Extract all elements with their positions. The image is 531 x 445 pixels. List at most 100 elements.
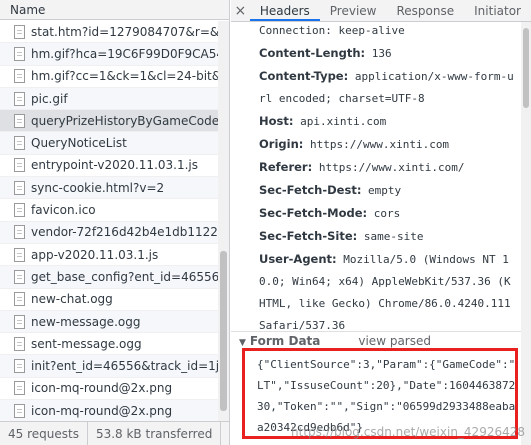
scrollbar-thumb[interactable]: [220, 251, 227, 411]
file-icon: [14, 24, 25, 39]
file-icon: [14, 225, 25, 240]
file-icon: [14, 46, 25, 61]
details-tabbar: × Headers Preview Response Initiator: [231, 0, 531, 22]
request-row[interactable]: favicon.ico: [0, 199, 218, 222]
request-count: 45 requests: [0, 422, 88, 445]
tab-preview[interactable]: Preview: [320, 0, 387, 21]
request-name: icon-mq-round@2x.png: [31, 381, 173, 396]
request-row[interactable]: hm.gif?hca=19C6F99D0F9CA54F&c: [0, 43, 218, 66]
header-key: Sec-Fetch-Site:: [259, 229, 358, 243]
name-column-header[interactable]: Name: [0, 0, 229, 20]
transferred-size: 53.8 kB transferred: [88, 422, 222, 445]
request-name: app-v2020.11.03.1.js: [31, 247, 159, 262]
request-name: hm.gif?cc=1&ck=1&cl=24-bit&ds=: [31, 69, 218, 84]
payload-line: {"ClientSource":3,"Param":{"GameCode":"D: [257, 358, 515, 371]
request-name: QueryNoticeList: [31, 136, 127, 151]
request-name: icon-mq-round@2x.png: [31, 403, 173, 418]
header-value: https://www.xinti.com: [309, 138, 450, 151]
file-icon: [14, 359, 25, 374]
header-value: same-site: [363, 230, 424, 243]
details-scrollbar[interactable]: [521, 22, 531, 445]
file-icon: [14, 314, 25, 329]
close-icon[interactable]: ×: [231, 0, 250, 21]
header-row: Content-Type: application/x-www-form-url…: [231, 65, 521, 110]
header-row: User-Agent: Mozilla/5.0 (Windows NT 10.0…: [231, 248, 521, 337]
request-name: sent-message.ogg: [31, 336, 142, 351]
request-row[interactable]: sync-cookie.html?v=2: [0, 177, 218, 200]
file-icon: [14, 336, 25, 351]
watermark: https://blog.csdn.net/weixin_42926428: [290, 425, 525, 439]
header-value: api.xinti.com: [300, 115, 387, 128]
header-key: Content-Type:: [259, 69, 349, 83]
file-icon: [14, 113, 25, 128]
header-key: User-Agent:: [259, 252, 337, 266]
header-value: 136: [371, 47, 392, 60]
request-list-scrollbar[interactable]: [218, 21, 229, 421]
request-headers-list: Connection: keep-alive Content-Length: 13…: [231, 20, 521, 337]
expand-triangle-icon[interactable]: ▼: [239, 338, 246, 348]
header-key: Host:: [259, 114, 294, 128]
file-icon: [14, 381, 25, 396]
header-value: cors: [373, 207, 401, 220]
request-details-panel: × Headers Preview Response Initiator Con…: [231, 0, 531, 445]
request-name: get_base_config?ent_id=46556: [31, 269, 218, 284]
request-row[interactable]: QueryNoticeList: [0, 132, 218, 155]
header-row: Connection: keep-alive: [231, 20, 521, 42]
tab-initiator[interactable]: Initiator: [464, 0, 531, 21]
request-name: queryPrizeHistoryByGameCode: [31, 113, 218, 128]
header-key: Origin:: [259, 137, 304, 151]
file-icon: [14, 158, 25, 173]
request-row[interactable]: pic.gif: [0, 87, 218, 111]
payload-line: LT","IssuseCount":20},"Date":16044638723: [257, 379, 515, 392]
request-row[interactable]: vendor-72f216d42b4e1db11225.js: [0, 221, 218, 244]
request-name: entrypoint-v2020.11.03.1.js: [31, 158, 198, 173]
file-icon: [14, 180, 25, 195]
request-row[interactable]: sent-message.ogg: [0, 333, 218, 356]
request-row[interactable]: get_base_config?ent_id=46556: [0, 266, 218, 289]
header-row: Referer: https://www.xinti.com/: [231, 156, 521, 179]
header-key: Sec-Fetch-Dest:: [259, 183, 362, 197]
header-key: Referer:: [259, 160, 313, 174]
request-row[interactable]: icon-mq-round@2x.png: [0, 400, 218, 421]
header-key: Content-Length:: [259, 46, 366, 60]
request-name: sync-cookie.html?v=2: [31, 180, 165, 195]
request-name: new-message.ogg: [31, 314, 141, 329]
header-value: Connection: keep-alive: [259, 24, 405, 37]
header-row: Content-Length: 136: [231, 42, 521, 65]
file-icon: [14, 91, 25, 106]
request-row[interactable]: app-v2020.11.03.1.js: [0, 244, 218, 267]
request-row[interactable]: new-chat.ogg: [0, 289, 218, 311]
request-row[interactable]: icon-mq-round@2x.png: [0, 378, 218, 401]
form-data-title: Form Data: [249, 334, 321, 348]
request-list: stat.htm?id=1279084707&r=&lg=z hm.gif?hca…: [0, 21, 218, 421]
header-row: Origin: https://www.xinti.com: [231, 133, 521, 156]
view-parsed-link[interactable]: view parsed: [358, 334, 431, 348]
tab-response[interactable]: Response: [387, 0, 465, 21]
header-row: Sec-Fetch-Site: same-site: [231, 225, 521, 248]
file-icon: [14, 269, 25, 284]
request-name: hm.gif?hca=19C6F99D0F9CA54F&c: [31, 46, 218, 61]
header-value: empty: [368, 184, 402, 197]
tab-headers[interactable]: Headers: [249, 0, 320, 21]
network-status-bar: 45 requests 53.8 kB transferred 1.8: [0, 421, 229, 445]
file-icon: [14, 136, 25, 151]
request-name: favicon.ico: [31, 203, 96, 218]
request-row[interactable]: new-message.ogg: [0, 310, 218, 334]
request-row[interactable]: init?ent_id=46556&track_id=1jlyZh: [0, 355, 218, 378]
request-name: stat.htm?id=1279084707&r=&lg=z: [31, 24, 218, 39]
file-icon: [14, 292, 25, 307]
request-row[interactable]: entrypoint-v2020.11.03.1.js: [0, 155, 218, 178]
request-row[interactable]: queryPrizeHistoryByGameCode: [0, 110, 218, 133]
file-icon: [14, 247, 25, 262]
header-row: Host: api.xinti.com: [231, 110, 521, 133]
request-row[interactable]: hm.gif?cc=1&ck=1&cl=24-bit&ds=: [0, 66, 218, 88]
header-key: Sec-Fetch-Mode:: [259, 206, 368, 220]
resource-size: 1.8: [221, 422, 229, 445]
header-value: https://www.xinti.com/: [318, 161, 465, 174]
payload-line: 30,"Token":"","Sign":"06599d2933488eaba0: [257, 400, 515, 413]
scrollbar-thumb[interactable]: [523, 28, 529, 108]
header-row: Sec-Fetch-Mode: cors: [231, 202, 521, 225]
file-icon: [14, 203, 25, 218]
request-name: init?ent_id=46556&track_id=1jlyZh: [31, 359, 218, 374]
request-row[interactable]: stat.htm?id=1279084707&r=&lg=z: [0, 21, 218, 44]
